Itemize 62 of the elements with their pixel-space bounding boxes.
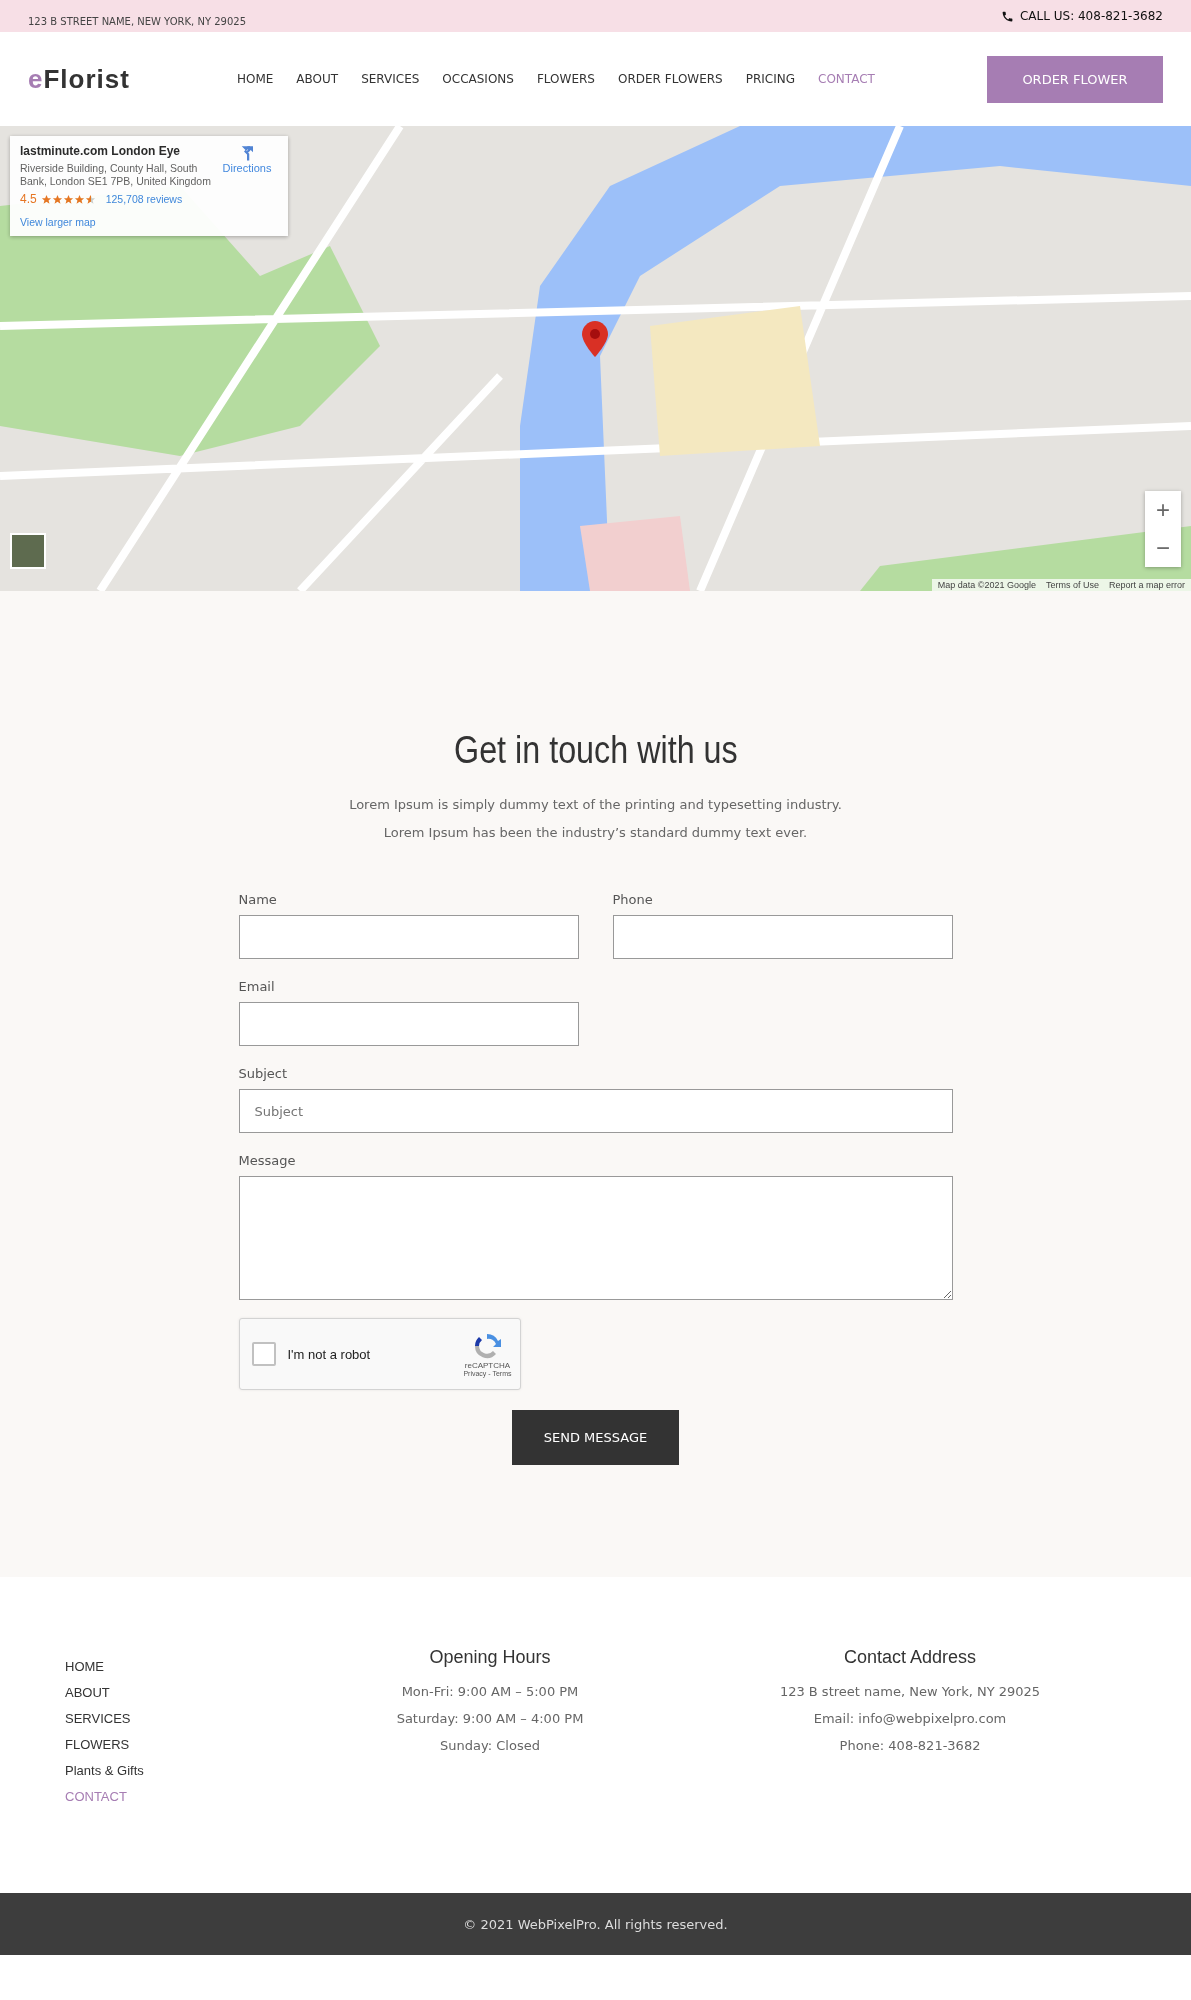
place-address: Riverside Building, County Hall, South Bank, London SE1 7PB, United Kingdom — [20, 162, 212, 189]
nav-link[interactable]: OCCASIONS — [442, 72, 514, 86]
input-field[interactable] — [238, 1002, 579, 1046]
input-field[interactable]: Subject — [238, 1089, 953, 1133]
footer-text: Sunday: Closed — [439, 1738, 541, 1753]
intro-text: Lorem Ipsum is simply dummy text of the printing and typesetting industry. — [349, 796, 842, 813]
nav-link[interactable]: PRICING — [745, 72, 796, 86]
logo[interactable]: eFlorist — [28, 63, 130, 95]
place-title: lastminute.com London Eye — [20, 144, 182, 158]
column-title: Opening Hours — [428, 1647, 552, 1668]
footer-link[interactable]: CONTACT — [65, 1789, 305, 1804]
field-label: Phone — [612, 892, 654, 907]
footer-link[interactable]: FLOWERS — [65, 1737, 305, 1752]
input-field[interactable] — [238, 915, 579, 959]
field-label: Subject — [238, 1066, 289, 1081]
nav-link[interactable]: FLOWERS — [536, 72, 595, 86]
star-icon — [62, 193, 74, 205]
field-label: Email — [238, 979, 276, 994]
address-text: 123 B STREET NAME, NEW YORK, NY 29025 — [28, 15, 246, 27]
footer-text: Mon-Fri: 9:00 AM – 5:00 PM — [400, 1684, 580, 1699]
directions-link[interactable]: Directions — [216, 144, 278, 229]
reviews-link[interactable]: 125,708 reviews — [105, 193, 183, 206]
footer-text: Phone: 408-821-3682 — [838, 1738, 982, 1753]
map-data-text: Map data ©2021 Google — [937, 580, 1036, 590]
captcha-checkbox[interactable] — [251, 1342, 276, 1366]
field-label: Name — [238, 892, 278, 907]
footer-link[interactable]: ABOUT — [65, 1685, 305, 1700]
zoom-in-button[interactable]: + — [1145, 491, 1181, 529]
star-icon — [84, 193, 96, 205]
footer-link[interactable]: SERVICES — [65, 1711, 305, 1726]
footer-text: 123 B street name, New York, NY 29025 — [778, 1684, 1042, 1699]
star-icon — [51, 193, 63, 205]
send-message-button[interactable]: SEND MESSAGE — [512, 1410, 679, 1465]
zoom-out-button[interactable]: − — [1145, 529, 1181, 567]
satellite-thumbnail[interactable] — [10, 533, 46, 569]
map-pin-icon — [582, 321, 608, 357]
phone-text: CALL US: 408-821-3682 — [1019, 9, 1163, 23]
footer-link[interactable]: HOME — [65, 1659, 305, 1674]
star-icon — [73, 193, 85, 205]
footer-text: Email: info@webpixelpro.com — [812, 1711, 1008, 1726]
input-field[interactable] — [612, 915, 953, 959]
map-link[interactable]: Report a map error — [1108, 580, 1185, 590]
copyright-text: © 2021 WebPixelPro. All rights reserved. — [463, 1916, 728, 1932]
view-larger-map-link[interactable]: View larger map — [20, 216, 216, 229]
section-title: Get in touch with us — [453, 729, 738, 772]
footer-text: Saturday: 9:00 AM – 4:00 PM — [395, 1711, 585, 1726]
phone-icon — [1000, 9, 1014, 23]
map-link[interactable]: Terms of Use — [1045, 580, 1099, 590]
recaptcha-logo-icon — [472, 1331, 503, 1361]
nav-link[interactable]: SERVICES — [361, 72, 420, 86]
nav-link[interactable]: ABOUT — [296, 72, 339, 86]
nav-link[interactable]: HOME — [236, 72, 274, 86]
star-icon — [40, 193, 52, 205]
captcha-label: I'm not a robot — [287, 1346, 371, 1362]
intro-text: Lorem Ipsum has been the industry’s standard dummy text ever. — [383, 824, 808, 841]
nav-link[interactable]: ORDER FLOWERS — [617, 72, 723, 86]
rating-value: 4.5 — [20, 192, 37, 207]
message-field[interactable] — [238, 1176, 953, 1300]
captcha-brand: reCAPTCHA — [464, 1361, 511, 1370]
column-title: Contact Address — [842, 1647, 978, 1668]
field-label: Message — [238, 1153, 297, 1168]
footer-link[interactable]: Plants & Gifts — [65, 1763, 305, 1778]
